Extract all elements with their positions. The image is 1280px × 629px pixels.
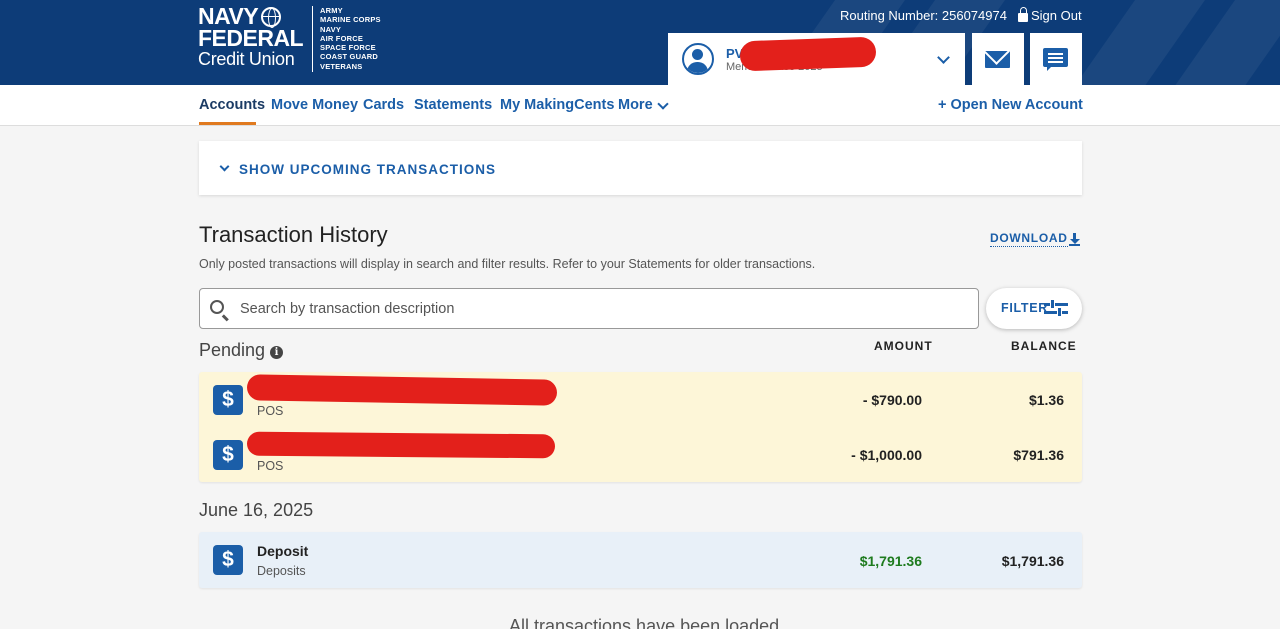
chat-button[interactable]: [1030, 33, 1082, 85]
transaction-row[interactable]: $ Deposit Deposits $1,791.36 $1,791.36: [199, 532, 1082, 587]
transaction-amount: - $790.00: [862, 392, 922, 408]
messages-button[interactable]: [972, 33, 1024, 85]
chevron-down-icon: [219, 161, 230, 172]
pending-transactions: $ POS - $790.00 $1.36 $ POS - $1,000.00 …: [199, 372, 1082, 482]
amount-column-header: AMOUNT: [874, 339, 933, 353]
branches-list: ARMY MARINE CORPS NAVY AIR FORCE SPACE F…: [312, 6, 381, 72]
branch-veterans: VETERANS: [320, 61, 363, 71]
all-loaded-message: All transactions have been loaded: [509, 616, 780, 629]
dollar-icon: $: [213, 545, 243, 575]
history-note: Only posted transactions will display in…: [199, 257, 816, 271]
nav-cards[interactable]: Cards: [363, 97, 404, 113]
globe-icon: [261, 6, 282, 28]
sliders-icon: [1044, 300, 1068, 316]
filter-button[interactable]: FILTER: [986, 288, 1082, 329]
routing-number: Routing Number: 256074974: [840, 8, 1007, 23]
dollar-icon: $: [213, 440, 243, 470]
chevron-down-icon: [937, 51, 950, 64]
chat-icon: [1043, 48, 1068, 71]
filter-label: FILTER: [1001, 301, 1049, 315]
navy-federal-logo[interactable]: NAVY FEDERAL Credit Union: [198, 3, 304, 70]
search-icon: [210, 300, 224, 314]
redaction-mark: [739, 36, 877, 72]
upcoming-label: SHOW UPCOMING TRANSACTIONS: [239, 162, 496, 177]
branch-navy: NAVY: [320, 24, 342, 34]
download-link[interactable]: DOWNLOAD: [990, 231, 1068, 247]
branch-air-force: AIR FORCE: [320, 33, 364, 43]
main-nav: Accounts Move Money Cards Statements My …: [0, 85, 1280, 126]
branch-coast-guard: COAST GUARD: [320, 52, 379, 62]
transaction-balance: $1,791.36: [1001, 553, 1064, 569]
transaction-category: POS: [257, 459, 284, 473]
branch-space-force: SPACE FORCE: [320, 43, 376, 53]
nav-accounts[interactable]: Accounts: [199, 97, 265, 113]
branch-army: ARMY: [320, 6, 343, 15]
nav-move-money[interactable]: Move Money: [271, 97, 358, 113]
logo-line-federal: FEDERAL: [198, 25, 304, 51]
transaction-description: Deposit: [257, 543, 309, 559]
page-title: Transaction History: [199, 222, 388, 247]
date-group-label: June 16, 2025: [199, 500, 314, 520]
balance-column-header: BALANCE: [1011, 339, 1077, 353]
transaction-row[interactable]: $ POS - $790.00 $1.36: [199, 372, 1082, 427]
nav-statements[interactable]: Statements: [414, 97, 492, 113]
site-header: NAVY FEDERAL Credit Union ARMY MARINE CO…: [0, 0, 1280, 85]
dollar-icon: $: [213, 385, 243, 415]
nav-my-makingcents[interactable]: My MakingCents: [500, 97, 614, 113]
redaction-mark: [246, 374, 558, 406]
logo-line-navy: NAVY: [198, 3, 259, 29]
avatar-icon: [682, 43, 714, 75]
transaction-balance: $1.36: [1028, 392, 1064, 408]
posted-transactions: $ Deposit Deposits $1,791.36 $1,791.36: [199, 532, 1082, 588]
transaction-category: Deposits: [257, 564, 306, 578]
logo-line-credit-union: Credit Union: [198, 49, 295, 69]
open-new-account-link[interactable]: + Open New Account: [938, 97, 1083, 113]
show-upcoming-transactions[interactable]: SHOW UPCOMING TRANSACTIONS: [199, 141, 1082, 195]
sign-out-link[interactable]: Sign Out: [1018, 7, 1082, 23]
search-input[interactable]: [240, 297, 960, 321]
pending-section-label: Pending: [199, 340, 266, 360]
search-box: [199, 288, 979, 329]
transaction-amount: $1,791.36: [859, 553, 922, 569]
transaction-category: POS: [257, 404, 284, 418]
info-icon[interactable]: i: [270, 346, 283, 359]
download-icon[interactable]: [1069, 233, 1081, 246]
branch-marine-corps: MARINE CORPS: [320, 15, 381, 25]
member-menu[interactable]: PV Member since 2025: [668, 33, 965, 85]
nav-more[interactable]: More: [618, 97, 653, 113]
mail-icon: [985, 51, 1010, 68]
redaction-mark: [246, 431, 556, 459]
transaction-row[interactable]: $ POS - $1,000.00 $791.36: [199, 427, 1082, 482]
transaction-amount: - $1,000.00: [851, 447, 922, 463]
active-tab-indicator: [199, 122, 256, 125]
sign-out-label: Sign Out: [1031, 8, 1082, 23]
transaction-balance: $791.36: [1013, 447, 1064, 463]
lock-icon: [1018, 7, 1028, 22]
